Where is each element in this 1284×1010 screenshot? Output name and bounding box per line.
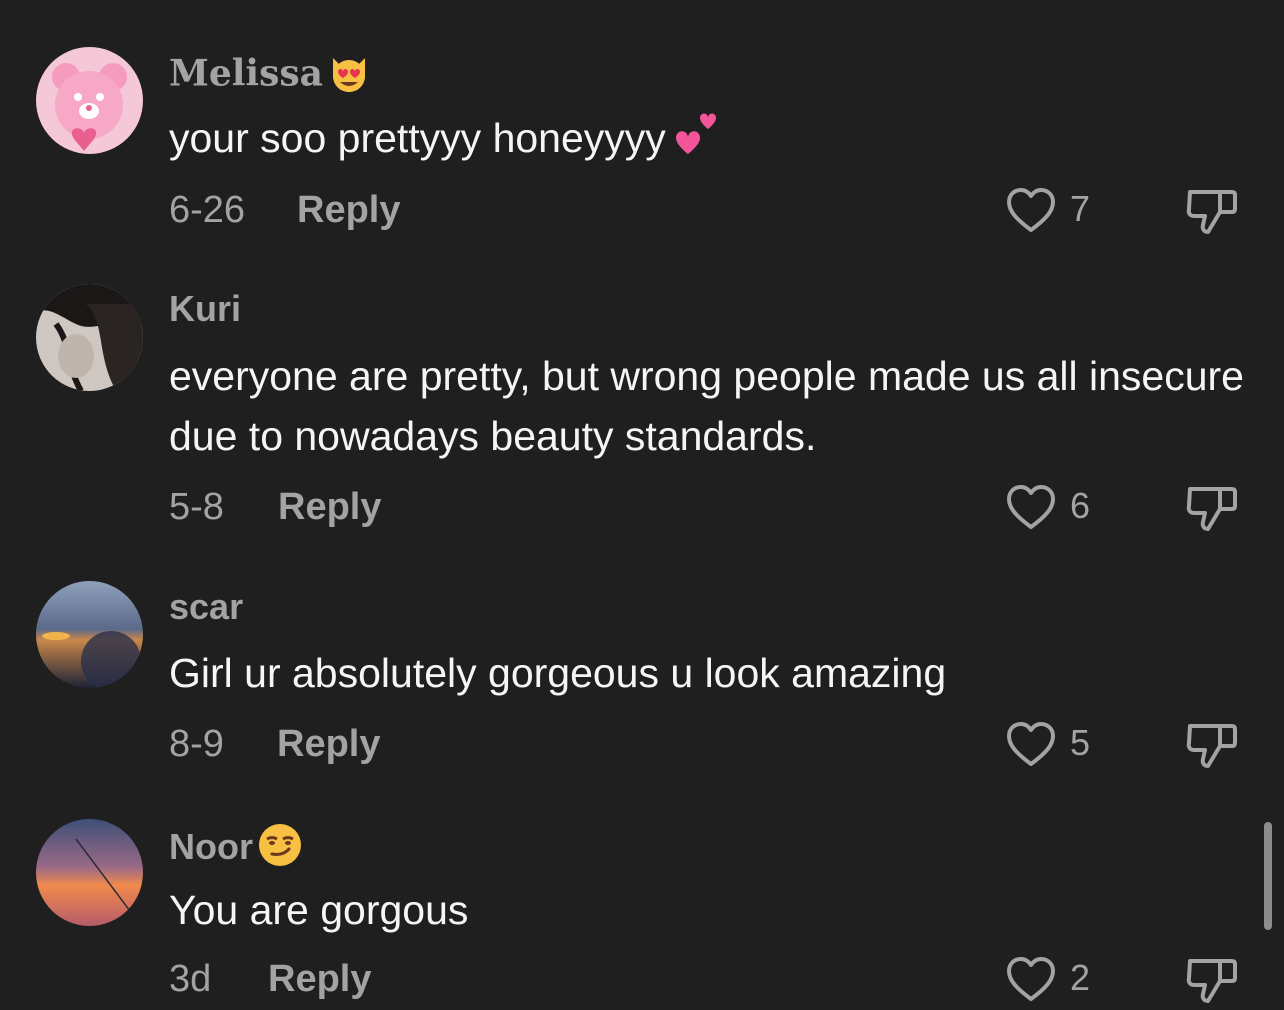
- comment-text: your soo prettyyy honeyyyy: [169, 108, 1259, 180]
- comment-username[interactable]: Melissa: [169, 50, 371, 103]
- avatar[interactable]: [36, 47, 143, 154]
- like-button[interactable]: 6: [1006, 483, 1106, 533]
- comment-text: everyone are pretty, but wrong people ma…: [169, 353, 1244, 459]
- comment-date: 5-8: [169, 486, 224, 528]
- smiling-cat-heart-eyes-emoji: [327, 50, 371, 103]
- comment-date: 3d: [169, 958, 212, 1000]
- like-count: 6: [1070, 485, 1091, 526]
- comment-username[interactable]: Kuri: [169, 288, 241, 330]
- dislike-button[interactable]: [1184, 186, 1240, 236]
- smirking-face-emoji: [257, 822, 303, 877]
- thumbs-down-icon: [1184, 190, 1240, 240]
- reply-button[interactable]: Reply: [268, 958, 371, 1001]
- comment-date: 6-26: [169, 189, 246, 231]
- like-button[interactable]: 7: [1006, 186, 1106, 236]
- thumbs-down-icon: [1184, 724, 1240, 774]
- scrollbar[interactable]: [1264, 822, 1272, 930]
- comment-username[interactable]: Noor: [169, 822, 303, 877]
- dislike-button[interactable]: [1184, 483, 1240, 533]
- thumbs-down-icon: [1184, 959, 1240, 1009]
- dislike-button[interactable]: [1184, 720, 1240, 770]
- reply-button[interactable]: Reply: [297, 189, 400, 232]
- comment-text: Girl ur absolutely gorgeous u look amazi…: [169, 650, 947, 696]
- avatar[interactable]: [36, 581, 143, 688]
- reply-button[interactable]: Reply: [278, 486, 381, 529]
- thumbs-down-icon: [1184, 487, 1240, 537]
- like-count: 7: [1070, 188, 1091, 229]
- dislike-button[interactable]: [1184, 955, 1240, 1005]
- avatar[interactable]: [36, 284, 143, 391]
- like-button[interactable]: 2: [1006, 955, 1106, 1005]
- comment-username[interactable]: scar: [169, 586, 243, 628]
- avatar[interactable]: [36, 819, 143, 926]
- two-hearts-emoji: [670, 108, 726, 180]
- like-button[interactable]: 5: [1006, 720, 1106, 770]
- comment-text: You are gorgous: [169, 887, 469, 933]
- like-count: 5: [1070, 722, 1091, 763]
- reply-button[interactable]: Reply: [277, 723, 380, 766]
- comment-date: 8-9: [169, 723, 224, 765]
